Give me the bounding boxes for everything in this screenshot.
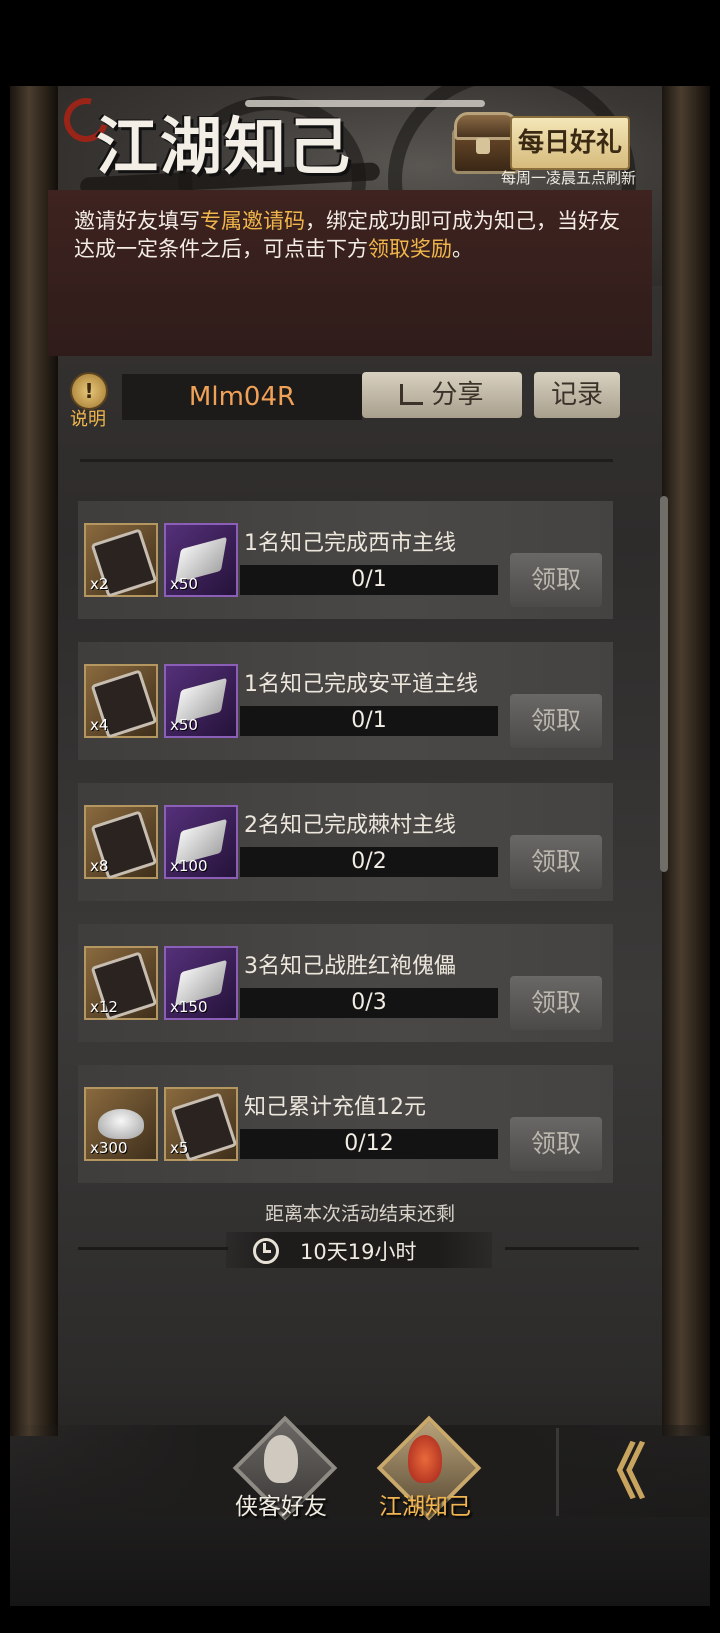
claim-button[interactable]: 领取 — [510, 835, 602, 889]
reward-slot[interactable]: x2 — [84, 523, 158, 598]
task-progress-bar: 0/2 — [240, 847, 498, 877]
task-title: 1名知己完成西市主线 — [244, 531, 456, 556]
reward-slot[interactable]: x100 — [164, 805, 238, 879]
share-icon — [400, 384, 424, 405]
intro-text: 邀请好友填写专属邀请码，绑定成功即可成为知己，当好友达成一定条件之后，可点击下方… — [74, 207, 639, 263]
reward-quantity: x50 — [170, 716, 198, 734]
fox-mask-icon — [408, 1435, 442, 1483]
progress-text: 0/1 — [351, 708, 387, 733]
intro-highlight-invite-code: 专属邀请码 — [200, 209, 305, 233]
reward-quantity: x150 — [170, 998, 208, 1016]
list-divider — [80, 459, 613, 462]
right-pillar-decoration — [662, 86, 710, 1436]
clock-hand — [263, 1250, 271, 1253]
share-button[interactable]: 分享 — [362, 372, 522, 418]
share-label: 分享 — [431, 380, 484, 410]
silver-ingot-icon — [98, 1109, 144, 1139]
claim-button[interactable]: 领取 — [510, 553, 602, 607]
tab-label: 江湖知己 — [379, 1494, 471, 1520]
claim-button[interactable]: 领取 — [510, 1117, 602, 1171]
reward-quantity: x300 — [90, 1139, 128, 1157]
reward-quantity: x2 — [90, 575, 109, 593]
reward-quantity: x8 — [90, 857, 109, 875]
task-progress-bar: 0/12 — [240, 1129, 498, 1159]
task-row: x2 x50 1名知己完成西市主线 0/1 领取 — [78, 501, 613, 619]
task-title: 3名知己战胜红袍傀儡 — [244, 954, 456, 979]
task-row: x12 x150 3名知己战胜红袍傀儡 0/3 领取 — [78, 924, 613, 1042]
task-title: 1名知己完成安平道主线 — [244, 672, 478, 697]
nav-divider — [556, 1428, 559, 1516]
countdown-divider-left — [78, 1247, 228, 1250]
scrollbar-thumb[interactable] — [660, 496, 668, 872]
task-row: x4 x50 1名知己完成安平道主线 0/1 领取 — [78, 642, 613, 760]
countdown-value: 10天19小时 — [300, 1240, 417, 1264]
reward-slot[interactable]: x50 — [164, 664, 238, 738]
progress-text: 0/2 — [351, 849, 387, 874]
reward-slot[interactable]: x300 — [84, 1087, 158, 1161]
reward-slot[interactable]: x8 — [84, 805, 158, 880]
tab-jianghu-zhiji[interactable]: 江湖知己 — [370, 1415, 482, 1521]
reward-quantity: x5 — [170, 1139, 189, 1157]
reward-slot[interactable]: x12 — [84, 946, 158, 1021]
task-progress-bar: 0/1 — [240, 565, 498, 595]
task-row: x8 x100 2名知己完成棘村主线 0/2 领取 — [78, 783, 613, 901]
task-progress-bar: 0/1 — [240, 706, 498, 736]
help-label[interactable]: 说明 — [70, 405, 106, 431]
reward-slot[interactable]: x5 — [164, 1087, 238, 1162]
tab-label: 侠客好友 — [235, 1494, 327, 1520]
task-progress-bar: 0/3 — [240, 988, 498, 1018]
claim-button[interactable]: 领取 — [510, 694, 602, 748]
intro-text-part: 。 — [452, 237, 473, 261]
refresh-note: 每周一凌晨五点刷新 — [500, 169, 636, 187]
invite-code-field[interactable]: Mlm04R — [122, 374, 362, 420]
swordsman-icon — [264, 1435, 298, 1483]
page-title: 江湖知己 — [96, 110, 353, 183]
progress-text: 0/3 — [351, 990, 387, 1015]
tab-xiake-friends[interactable]: 侠客好友 — [226, 1415, 338, 1521]
task-row: x300 x5 知己累计充值12元 0/12 领取 — [78, 1065, 613, 1183]
claim-button[interactable]: 领取 — [510, 976, 602, 1030]
reward-quantity: x12 — [90, 998, 118, 1016]
reward-quantity: x100 — [170, 857, 208, 875]
intro-highlight-claim: 领取奖励 — [368, 237, 452, 261]
record-button[interactable]: 记录 — [534, 372, 620, 418]
countdown-label: 距离本次活动结束还剩 — [264, 1203, 455, 1225]
reward-slot[interactable]: x4 — [84, 664, 158, 739]
progress-text: 0/12 — [344, 1131, 394, 1156]
reward-slot[interactable]: x50 — [164, 523, 238, 597]
intro-text-part: 邀请好友填写 — [74, 209, 200, 233]
task-title: 2名知己完成棘村主线 — [244, 813, 456, 838]
reward-quantity: x50 — [170, 575, 198, 593]
progress-text: 0/1 — [351, 567, 387, 592]
collapse-chevron-icon[interactable]: 《 — [586, 1440, 672, 1506]
reward-quantity: x4 — [90, 716, 109, 734]
reward-slot[interactable]: x150 — [164, 946, 238, 1020]
task-title: 知己累计充值12元 — [244, 1095, 426, 1120]
countdown-divider-right — [505, 1247, 639, 1250]
daily-gift-button[interactable]: 每日好礼 — [510, 116, 630, 170]
